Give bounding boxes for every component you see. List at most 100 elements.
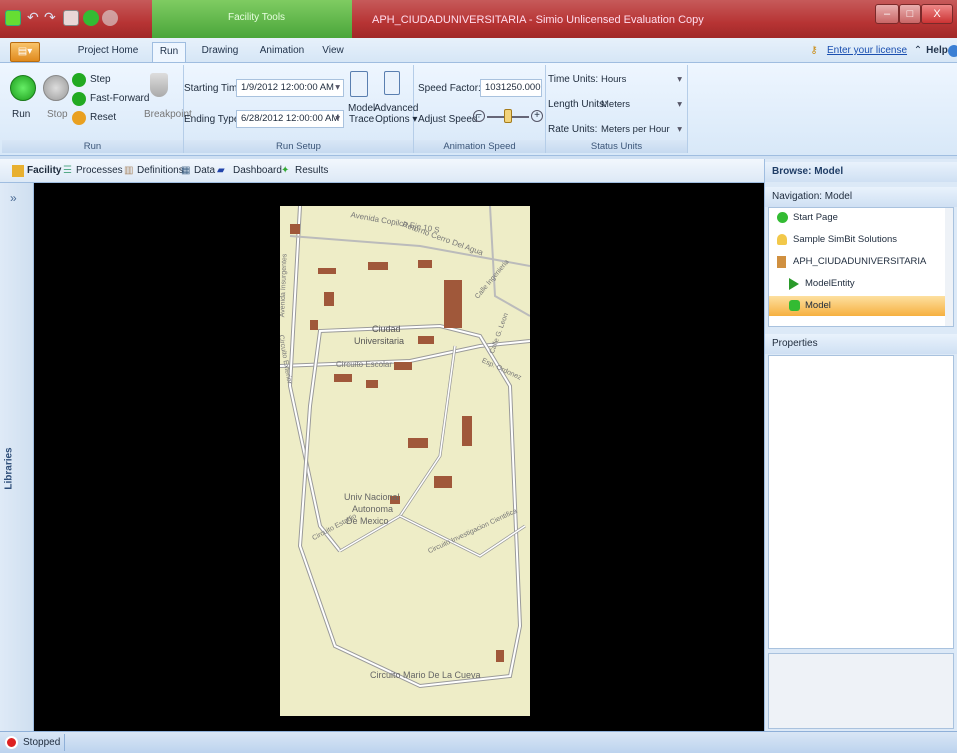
tab-results[interactable]: Results	[295, 165, 328, 176]
rate-units-select[interactable]: Meters per Hour ▾	[596, 121, 686, 139]
speed-slower-icon[interactable]: −	[473, 110, 485, 122]
close-button[interactable]: X	[921, 4, 953, 24]
tab-definitions[interactable]: Definitions	[137, 165, 184, 176]
step-button[interactable]: Step	[90, 74, 111, 85]
model-icon	[789, 300, 800, 311]
ending-type-label: Ending Type:	[184, 114, 243, 125]
starting-time-field[interactable]: 1/9/2012 12:00:00 AM ▾	[236, 79, 344, 97]
books-icon	[777, 256, 786, 268]
model-trace-icon[interactable]	[350, 71, 368, 97]
navigation-title: Navigation: Model	[765, 187, 957, 207]
tab-data[interactable]: Data	[194, 165, 215, 176]
results-icon: ✦	[281, 165, 290, 176]
breakpoint-icon[interactable]	[150, 73, 168, 97]
nav-item-simbits[interactable]: Sample SimBit Solutions	[775, 230, 947, 250]
run-group-label: Run	[2, 140, 183, 153]
tab-facility[interactable]: Facility	[27, 165, 61, 176]
speed-slider-thumb[interactable]	[504, 109, 512, 123]
tab-project-home[interactable]: Project Home	[73, 42, 143, 62]
fast-forward-icon[interactable]	[72, 92, 86, 106]
maximize-button[interactable]: □	[899, 4, 921, 24]
nav-item-start-page[interactable]: Start Page	[775, 208, 947, 228]
facility-icon	[12, 165, 24, 177]
run-button[interactable]	[10, 75, 36, 101]
stopped-icon	[5, 736, 18, 749]
help-button[interactable]: Help	[926, 42, 948, 62]
help-icon[interactable]	[948, 45, 957, 57]
properties-title: Properties	[765, 334, 957, 354]
ribbon-tab-bar: ▤▾ Project Home Run Drawing Animation Vi…	[0, 38, 957, 74]
start-page-icon	[777, 212, 788, 223]
model-trace-button[interactable]: Model Trace	[348, 103, 375, 125]
run-group: Run Stop Step Fast-Forward Reset Breakpo…	[2, 65, 192, 153]
view-tab-bar: Facility ☰ Processes ▥ Definitions ▦ Dat…	[0, 159, 764, 183]
stop-button[interactable]	[43, 75, 69, 101]
properties-grid[interactable]	[768, 355, 954, 649]
tab-run[interactable]: Run	[152, 42, 186, 62]
run-setup-label: Run Setup	[184, 140, 413, 153]
advanced-options-icon[interactable]	[384, 71, 400, 95]
nav-item-model-entity[interactable]: ModelEntity	[787, 274, 957, 294]
adjust-speed-label: Adjust Speed:	[418, 114, 481, 125]
speed-factor-label: Speed Factor:	[418, 83, 481, 94]
nav-item-project[interactable]: APH_CIUDADUNIVERSITARIA	[775, 252, 947, 272]
nav-item-model[interactable]: Model	[769, 296, 953, 316]
lightbulb-icon	[777, 234, 787, 245]
campus-map-image: Avenida Copilco Eje 10 S Retorno Cerro D…	[280, 206, 530, 716]
stop-quick-icon[interactable]	[102, 10, 118, 26]
dashboard-icon: ▰	[217, 165, 225, 176]
animation-speed-label: Animation Speed	[414, 140, 545, 153]
status-bar: Stopped	[0, 731, 957, 753]
property-description	[768, 653, 954, 729]
run-quick-icon[interactable]	[83, 10, 99, 26]
redo-icon[interactable]: ↷	[44, 10, 60, 26]
speed-faster-icon[interactable]: +	[531, 110, 543, 122]
nav-scrollbar[interactable]	[945, 208, 953, 326]
title-bar: ↶ ↷ Facility Tools APH_CIUDADUNIVERSITAR…	[0, 0, 957, 38]
libraries-panel[interactable]: » Libraries	[0, 183, 34, 731]
run-setup-group: Starting Time: 1/9/2012 12:00:00 AM ▾ End…	[184, 65, 418, 153]
ending-type-field[interactable]: 6/28/2012 12:00:00 AM ▾	[236, 110, 344, 128]
ribbon: Run Stop Step Fast-Forward Reset Breakpo…	[0, 62, 957, 156]
map-label-escolar: Circuito Escolar	[336, 360, 393, 369]
step-icon[interactable]	[72, 73, 86, 87]
save-icon[interactable]	[63, 10, 79, 26]
key-icon: ⚷	[810, 45, 818, 56]
status-divider	[64, 734, 65, 751]
data-icon: ▦	[181, 165, 191, 176]
app-icon[interactable]	[5, 10, 21, 26]
reset-button[interactable]: Reset	[90, 112, 116, 123]
advanced-options-button[interactable]: Advanced Options ▾	[374, 103, 418, 125]
run-label: Run	[12, 109, 31, 120]
license-link[interactable]: Enter your license key...	[822, 42, 912, 74]
minimize-button[interactable]: –	[875, 4, 899, 24]
stop-label: Stop	[47, 109, 68, 120]
browse-panel: Browse: Model Navigation: Model Start Pa…	[764, 159, 957, 731]
tab-drawing[interactable]: Drawing	[198, 42, 242, 62]
app-menu-button[interactable]: ▤▾	[10, 42, 40, 62]
reset-icon[interactable]	[72, 111, 86, 125]
status-units-group: Time Units: Hours ▾ Length Units: Meters ▾…	[546, 65, 688, 153]
tab-view[interactable]: View	[318, 42, 348, 62]
undo-icon[interactable]: ↶	[27, 10, 43, 26]
speed-factor-field[interactable]: 1031250.000	[480, 79, 542, 97]
map-label-cueva: Circuito Mario De La Cueva	[370, 670, 481, 680]
time-units-select[interactable]: Hours ▾	[596, 71, 686, 89]
status-units-label: Status Units	[546, 140, 687, 153]
tab-animation[interactable]: Animation	[256, 42, 308, 62]
map-label-universitaria: Universitaria	[354, 336, 405, 346]
map-label-unam-2: Autonoma	[352, 504, 394, 514]
processes-icon: ☰	[63, 165, 72, 176]
map-label-unam-1: Univ Nacional	[344, 492, 400, 502]
run-state: Stopped	[23, 737, 61, 748]
length-units-select[interactable]: Meters ▾	[596, 96, 686, 114]
tab-dashboard[interactable]: Dashboard	[233, 165, 282, 176]
browse-title: Browse: Model	[765, 162, 957, 182]
tab-processes[interactable]: Processes	[76, 165, 123, 176]
fast-forward-button[interactable]: Fast-Forward	[90, 93, 149, 104]
animation-speed-group: Speed Factor: 1031250.000 Adjust Speed: …	[414, 65, 546, 153]
context-tab-label: Facility Tools	[228, 12, 286, 23]
collapse-ribbon-icon[interactable]: ⌃	[913, 42, 923, 62]
expand-libraries-icon[interactable]: »	[10, 191, 17, 205]
context-tab-group: Facility Tools	[152, 0, 352, 38]
